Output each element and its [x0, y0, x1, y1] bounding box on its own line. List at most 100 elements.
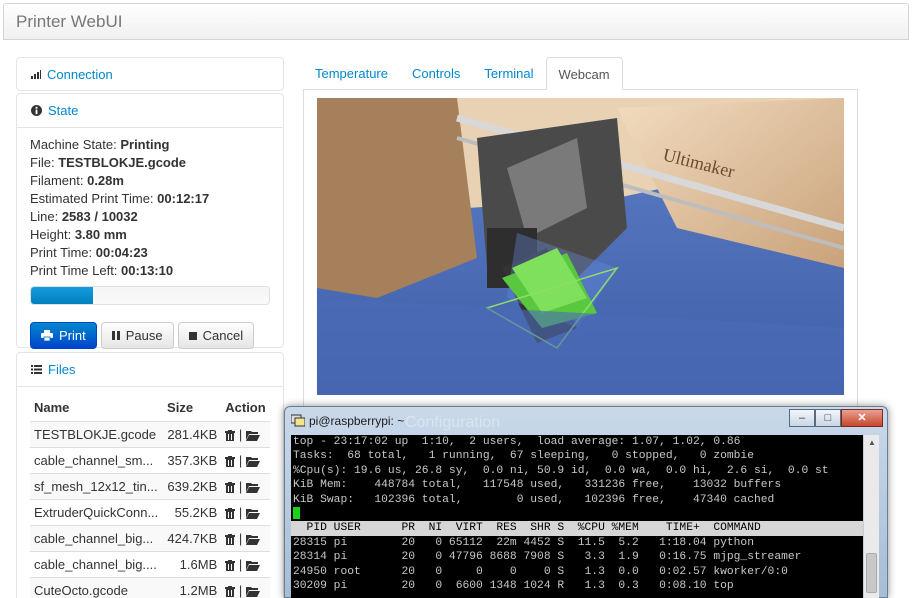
state-line-value: TESTBLOKJE.gcode: [58, 155, 187, 170]
close-button[interactable]: ✕: [841, 409, 883, 427]
file-name[interactable]: CuteOcto.gcode: [30, 576, 164, 598]
pause-button[interactable]: Pause: [100, 322, 174, 349]
column-size[interactable]: Size: [163, 395, 222, 422]
file-actions: |: [221, 550, 270, 577]
state-line-label: Line:: [30, 209, 59, 224]
main-tabs: Temperature Controls Terminal Webcam: [303, 57, 858, 90]
scroll-up-arrow-icon[interactable]: ▲: [864, 435, 880, 451]
trash-icon[interactable]: [225, 585, 236, 597]
state-line: Estimated Print Time: 00:12:17: [30, 190, 270, 208]
file-row[interactable]: CuteOcto.gcode 1.2MB |: [30, 576, 270, 598]
minimize-button[interactable]: –: [789, 409, 815, 427]
tab-temperature[interactable]: Temperature: [303, 57, 400, 90]
state-line: Print Time Left: 00:13:10: [30, 262, 270, 280]
state-line: Print Time: 00:04:23: [30, 244, 270, 262]
column-name[interactable]: Name: [30, 395, 164, 422]
files-table: Name Size Action TESTBLOKJE.gcode 281.4KB…: [30, 395, 270, 598]
ssh-terminal-window[interactable]: pi@raspberrypi: ~ Configuration – □ ✕ to…: [284, 406, 888, 598]
cancel-button[interactable]: Cancel: [177, 322, 255, 349]
pause-icon: [111, 331, 120, 340]
files-panel: Files Name Size Action TESTBLOKJE.gcode 2…: [16, 352, 284, 598]
file-row[interactable]: cable_channel_big.... 1.6MB |: [30, 550, 270, 577]
state-header[interactable]: State: [17, 94, 283, 127]
print-button[interactable]: Print: [30, 322, 97, 349]
folder-open-icon[interactable]: [245, 482, 260, 493]
connection-header[interactable]: Connection: [17, 58, 283, 91]
background-window-title: Configuration: [405, 414, 501, 431]
file-size: 639.2KB: [163, 472, 222, 499]
state-line-label: File:: [30, 155, 55, 170]
files-table-header: Name Size Action: [30, 395, 270, 422]
file-size: 1.6MB: [163, 550, 222, 577]
file-actions: |: [221, 576, 270, 598]
trash-icon[interactable]: [225, 559, 236, 571]
tab-controls[interactable]: Controls: [400, 57, 472, 90]
files-header[interactable]: Files: [17, 353, 283, 386]
state-line-value: 3.80 mm: [74, 227, 127, 242]
process-row: 28314 pi 20 0 47796 8688 7908 S 3.3 1.9 …: [293, 551, 802, 564]
terminal-line: KiB Swap: 102396 total, 0 used, 102396 f…: [293, 493, 775, 506]
connection-panel: Connection: [16, 57, 284, 91]
files-body: Name Size Action TESTBLOKJE.gcode 281.4KB…: [17, 386, 283, 598]
file-name[interactable]: cable_channel_sm...: [30, 446, 164, 473]
trash-icon[interactable]: [225, 429, 236, 441]
signal-icon: [31, 70, 41, 79]
state-line: Machine State: Printing: [30, 136, 270, 154]
print-progress-fill: [31, 287, 93, 304]
trash-icon[interactable]: [225, 481, 236, 493]
state-line-value: Printing: [120, 137, 170, 152]
file-actions: |: [221, 472, 270, 499]
trash-icon[interactable]: [225, 533, 236, 545]
terminal-screen[interactable]: top - 23:17:02 up 1:10, 2 users, load av…: [291, 435, 865, 598]
maximize-button[interactable]: □: [815, 409, 841, 427]
state-line-label: Print Time:: [30, 245, 93, 260]
action-separator: |: [235, 530, 246, 546]
terminal-cursor: [293, 506, 300, 519]
printer-icon: [41, 330, 53, 341]
trash-icon[interactable]: [225, 507, 236, 519]
file-row[interactable]: cable_channel_big... 424.7KB |: [30, 524, 270, 551]
info-icon: [31, 105, 42, 116]
window-controls: – □ ✕: [789, 409, 883, 427]
connection-label: Connection: [47, 67, 113, 82]
state-lines: Machine State: Printing File: TESTBLOKJE.…: [30, 136, 270, 280]
file-name[interactable]: TESTBLOKJE.gcode: [30, 420, 164, 447]
folder-open-icon[interactable]: [245, 430, 260, 441]
folder-open-icon[interactable]: [245, 560, 260, 571]
file-name[interactable]: cable_channel_big....: [30, 550, 164, 577]
folder-open-icon[interactable]: [245, 586, 260, 597]
state-body: Machine State: Printing File: TESTBLOKJE.…: [17, 127, 283, 357]
file-actions: |: [221, 524, 270, 551]
terminal-line: top - 23:17:02 up 1:10, 2 users, load av…: [293, 436, 741, 448]
state-line-label: Machine State:: [30, 137, 117, 152]
file-name[interactable]: sf_mesh_12x12_tin...: [30, 472, 164, 499]
file-row[interactable]: ExtruderQuickConn... 55.2KB |: [30, 498, 270, 525]
app-title[interactable]: Printer WebUI: [16, 12, 122, 32]
action-separator: |: [235, 582, 246, 598]
tab-terminal[interactable]: Terminal: [472, 57, 545, 90]
terminal-window-title: pi@raspberrypi: ~: [309, 414, 405, 428]
state-line-label: Height:: [30, 227, 72, 242]
tab-webcam[interactable]: Webcam: [545, 57, 623, 90]
scrollbar-thumb[interactable]: [866, 553, 877, 593]
state-line: File: TESTBLOKJE.gcode: [30, 154, 270, 172]
trash-icon[interactable]: [225, 455, 236, 467]
print-button-label: Print: [59, 328, 86, 343]
folder-open-icon[interactable]: [245, 534, 260, 545]
state-line-value: 00:12:17: [157, 191, 210, 206]
file-row[interactable]: TESTBLOKJE.gcode 281.4KB |: [30, 420, 270, 447]
process-row: 28315 pi 20 0 65112 22m 4452 S 11.5 5.2 …: [293, 536, 754, 549]
state-line-label: Filament:: [30, 173, 84, 188]
file-row[interactable]: sf_mesh_12x12_tin... 639.2KB |: [30, 472, 270, 499]
terminal-scrollbar[interactable]: ▲: [863, 435, 879, 598]
terminal-line: %Cpu(s): 19.6 us, 26.8 sy, 0.0 ni, 50.9 …: [293, 464, 829, 477]
folder-open-icon[interactable]: [245, 508, 260, 519]
folder-open-icon[interactable]: [245, 456, 260, 467]
file-name[interactable]: ExtruderQuickConn...: [30, 498, 164, 525]
state-line-value: 0.28m: [87, 173, 124, 188]
file-name[interactable]: cable_channel_big...: [30, 524, 164, 551]
state-line-value: 2583 / 10032: [61, 209, 138, 224]
file-row[interactable]: cable_channel_sm... 357.3KB |: [30, 446, 270, 473]
action-separator: |: [235, 556, 246, 572]
file-size: 1.2MB: [163, 576, 222, 598]
